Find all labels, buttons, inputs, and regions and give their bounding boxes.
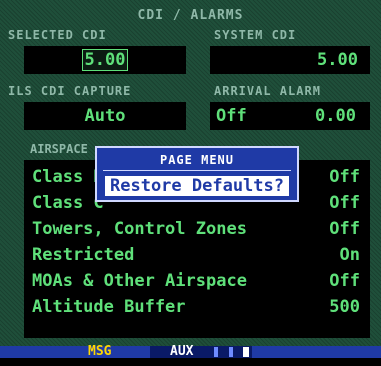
list-item[interactable]: MOAs & Other Airspace Off — [24, 268, 370, 294]
airspace-row-name: Class B — [32, 167, 104, 187]
ils-cdi-capture-value: Auto — [84, 106, 126, 126]
list-item[interactable]: Altitude Buffer 500 — [24, 294, 370, 320]
page-indicator-segment-active — [243, 347, 250, 357]
arrival-alarm-distance: 0.00 — [315, 106, 356, 126]
airspace-row-value: Off — [329, 219, 360, 239]
aux-page-label: AUX — [170, 344, 194, 359]
page-indicator-segment — [228, 347, 233, 357]
ils-cdi-capture-field[interactable]: Auto — [24, 102, 186, 130]
popup-divider — [103, 170, 291, 171]
restore-defaults-option[interactable]: Restore Defaults? — [105, 176, 289, 196]
airspace-row-name: Altitude Buffer — [32, 297, 186, 317]
popup-title: PAGE MENU — [159, 153, 235, 167]
msg-indicator[interactable]: MSG — [88, 345, 111, 358]
page-indicator — [214, 347, 250, 366]
airspace-row-name: Towers, Control Zones — [32, 219, 247, 239]
airspace-row-name: MOAs & Other Airspace — [32, 271, 247, 291]
status-bar: MSG AUX — [0, 344, 381, 359]
airspace-row-name: Class C — [32, 193, 104, 213]
airspace-row-value: Off — [329, 271, 360, 291]
list-item[interactable]: Towers, Control Zones Off — [24, 216, 370, 242]
airspace-row-value: On — [339, 245, 360, 265]
selected-cdi-field[interactable]: 5.00 — [24, 46, 186, 74]
airspace-row-value: Off — [329, 193, 360, 213]
airspace-label: AIRSPACE — [30, 142, 88, 156]
system-cdi-value: 5.00 — [317, 50, 358, 70]
airspace-row-value: 500 — [329, 297, 360, 317]
airspace-row-value: Off — [329, 167, 360, 187]
ils-cdi-capture-label: ILS CDI CAPTURE — [8, 84, 132, 98]
selected-cdi-label: SELECTED CDI — [8, 28, 107, 42]
arrival-alarm-state: Off — [216, 106, 247, 126]
arrival-alarm-label: ARRIVAL ALARM — [214, 84, 321, 98]
arrival-alarm-field[interactable]: Off 0.00 — [210, 102, 370, 130]
system-cdi-field: 5.00 — [210, 46, 370, 74]
page-menu-popup: PAGE MENU Restore Defaults? — [95, 146, 299, 202]
system-cdi-label: SYSTEM CDI — [214, 28, 297, 42]
page-title: CDI / ALARMS — [137, 8, 244, 23]
page-indicator-segment — [214, 347, 218, 357]
selected-cdi-value: 5.00 — [81, 49, 129, 71]
list-item[interactable]: Restricted On — [24, 242, 370, 268]
airspace-row-name: Restricted — [32, 245, 135, 265]
screen: CDI / ALARMS SELECTED CDI 5.00 SYSTEM CD… — [0, 0, 381, 346]
